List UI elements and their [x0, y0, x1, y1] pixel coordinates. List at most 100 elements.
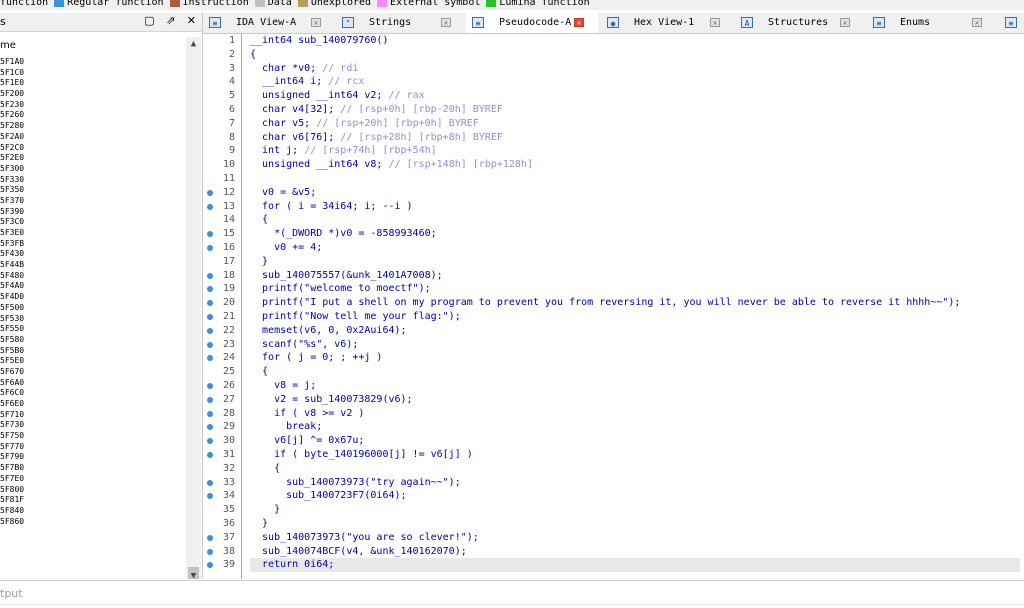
close-icon[interactable]: ✕ — [187, 14, 196, 27]
float-icon[interactable]: ⇗ — [166, 14, 175, 27]
function-list-item[interactable]: 5F280 — [0, 121, 183, 132]
function-list-item[interactable]: 5F710 — [0, 410, 183, 421]
code-line[interactable]: printf("welcome to moectf"); — [250, 282, 1020, 296]
function-list-item[interactable]: 5F4D0 — [0, 292, 183, 303]
function-list-item[interactable]: 5F350 — [0, 185, 183, 196]
function-list-item[interactable]: 5F670 — [0, 367, 183, 378]
code-line[interactable]: char v6[76]; // [rsp+28h] [rbp+8h] BYREF — [250, 131, 1020, 145]
code-line[interactable]: v2 = sub_140073829(v6); — [250, 393, 1020, 407]
breakpoint-dot-icon[interactable] — [207, 438, 213, 445]
code-line[interactable]: if ( v8 >= v2 ) — [250, 407, 1020, 421]
code-line[interactable]: printf("Now tell me your flag:"); — [250, 310, 1020, 324]
function-list-item[interactable]: 5F790 — [0, 452, 183, 463]
tab-close-icon[interactable]: ✕ — [574, 18, 584, 27]
code-line[interactable]: } — [250, 517, 1020, 531]
scroll-up-icon[interactable]: ▲ — [186, 39, 201, 51]
code-line[interactable]: sub_140073973("try again~~"); — [250, 476, 1020, 490]
code-line[interactable]: *(_DWORD *)v0 = -858993460; — [250, 227, 1020, 241]
function-list-item[interactable]: 5F550 — [0, 324, 183, 335]
code-line[interactable]: char v4[32]; // [rsp+0h] [rbp-20h] BYREF — [250, 103, 1020, 117]
breakpoint-dot-icon[interactable] — [207, 341, 213, 348]
code-line[interactable]: { — [250, 213, 1020, 227]
code-line[interactable]: char v5; // [rsp+20h] [rbp+0h] BYREF — [250, 117, 1020, 131]
function-list-item[interactable]: 5F2E0 — [0, 153, 183, 164]
code-line[interactable]: for ( i = 34i64; i; --i ) — [250, 200, 1020, 214]
tab-enums[interactable]: ≡ Enums ✕ — [867, 13, 996, 33]
code-line[interactable]: sub_140073973("you are so clever!"); — [250, 531, 1020, 545]
code-line[interactable]: { — [250, 462, 1020, 476]
code-line[interactable]: unsigned __int64 v2; // rax — [250, 89, 1020, 103]
breakpoint-dot-icon[interactable] — [207, 355, 213, 362]
tab-close-icon[interactable]: ✕ — [441, 18, 451, 27]
function-list-item[interactable]: 5F7E0 — [0, 474, 183, 485]
function-list-item[interactable]: 5F3FB — [0, 239, 183, 250]
function-list-item[interactable]: 5F81F — [0, 495, 183, 506]
function-list-item[interactable]: 5F1A0 — [0, 57, 183, 68]
function-list-item[interactable]: 5F3E0 — [0, 228, 183, 239]
code-line[interactable]: } — [250, 255, 1020, 269]
code-line[interactable]: __int64 sub_140079760() — [250, 34, 1020, 48]
code-line[interactable]: for ( j = 0; ; ++j ) — [250, 351, 1020, 365]
code-line[interactable]: v8 = j; — [250, 379, 1020, 393]
function-list-item[interactable]: 5F370 — [0, 196, 183, 207]
function-list-item[interactable]: 5F200 — [0, 89, 183, 100]
function-list-item[interactable]: 5F580 — [0, 335, 183, 346]
code-line[interactable]: memset(v6, 0, 0x2Aui64); — [250, 324, 1020, 338]
code-line[interactable]: sub_140074BCF(v4, &unk_140162070); — [250, 545, 1020, 559]
breakpoint-dot-icon[interactable] — [207, 203, 213, 210]
function-list-item[interactable]: 5F330 — [0, 175, 183, 186]
function-list-item[interactable]: 5F7B0 — [0, 463, 183, 474]
tab-ida-view-a[interactable]: ≡ IDA View-A ✕ — [203, 13, 333, 33]
breakpoint-dot-icon[interactable] — [207, 245, 213, 251]
code-line[interactable]: break; — [250, 420, 1020, 434]
tab-close-icon[interactable]: ✕ — [840, 18, 850, 27]
breakpoint-dot-icon[interactable] — [207, 424, 213, 431]
code-line[interactable]: { — [250, 48, 1020, 62]
tab-hex-view-1[interactable]: ◉ Hex View-1 ✕ — [601, 13, 732, 33]
function-list-item[interactable]: 5F2C0 — [0, 143, 183, 154]
code-line[interactable]: printf("I put a shell on my program to p… — [250, 296, 1020, 310]
tab-strings[interactable]: " Strings ✕ — [336, 13, 463, 33]
breakpoint-dot-icon[interactable] — [207, 327, 213, 334]
code-line[interactable]: int j; // [rsp+74h] [rbp+54h] — [250, 144, 1020, 158]
breakpoint-dot-icon[interactable] — [207, 300, 213, 307]
function-list-item[interactable]: 5F6C0 — [0, 388, 183, 399]
code-line[interactable]: __int64 i; // rcx — [250, 75, 1020, 89]
function-list-item[interactable]: 5F750 — [0, 431, 183, 442]
code-line[interactable]: return 0i64; — [250, 558, 1020, 573]
function-list-item[interactable]: 5F800 — [0, 485, 183, 496]
breakpoint-dot-icon[interactable] — [207, 548, 213, 555]
function-list-item[interactable]: 5F230 — [0, 100, 183, 111]
code-line[interactable]: if ( byte_140196000[j] != v6[j] ) — [250, 448, 1020, 462]
function-list-item[interactable]: 5F730 — [0, 420, 183, 431]
breakpoint-dot-icon[interactable] — [207, 383, 213, 389]
tab-extra[interactable]: ≡ — [999, 13, 1024, 33]
code-line[interactable]: sub_140075557(&unk_1401A7008); — [250, 269, 1020, 283]
breakpoint-dot-icon[interactable] — [207, 272, 213, 279]
function-list-item[interactable]: 5F430 — [0, 249, 183, 260]
tab-structures[interactable]: A Structures ✕ — [735, 13, 864, 33]
breakpoint-dot-icon[interactable] — [207, 396, 213, 403]
function-list-item[interactable]: 5F4A0 — [0, 281, 183, 292]
breakpoint-dot-icon[interactable] — [207, 493, 213, 500]
breakpoint-dot-icon[interactable] — [207, 286, 213, 293]
function-list-item[interactable]: 5F5E0 — [0, 356, 183, 367]
column-header-name[interactable]: me — [0, 40, 16, 51]
breakpoint-dot-icon[interactable] — [207, 231, 213, 238]
function-list-item[interactable]: 5F500 — [0, 303, 183, 314]
functions-scrollbar[interactable]: ▲ ▼ — [186, 37, 201, 579]
function-list-item[interactable]: 5F2A0 — [0, 132, 183, 143]
breakpoint-dot-icon[interactable] — [207, 189, 213, 196]
restore-icon[interactable]: ▢ — [144, 14, 154, 27]
code-line[interactable]: unsigned __int64 v8; // [rsp+148h] [rbp+… — [250, 158, 1020, 172]
function-list-item[interactable]: 5F770 — [0, 442, 183, 453]
breakpoint-dot-icon[interactable] — [207, 479, 213, 486]
function-list-item[interactable]: 5F860 — [0, 517, 183, 528]
code-line[interactable]: char *v0; // rdi — [250, 62, 1020, 76]
function-list-item[interactable]: 5F1C0 — [0, 68, 183, 79]
code-line[interactable]: { — [250, 365, 1020, 379]
function-list-item[interactable]: 5F530 — [0, 314, 183, 325]
scroll-down-icon[interactable]: ▼ — [186, 571, 201, 579]
function-list-item[interactable]: 5F840 — [0, 506, 183, 517]
function-list-item[interactable]: 5F6A0 — [0, 378, 183, 389]
